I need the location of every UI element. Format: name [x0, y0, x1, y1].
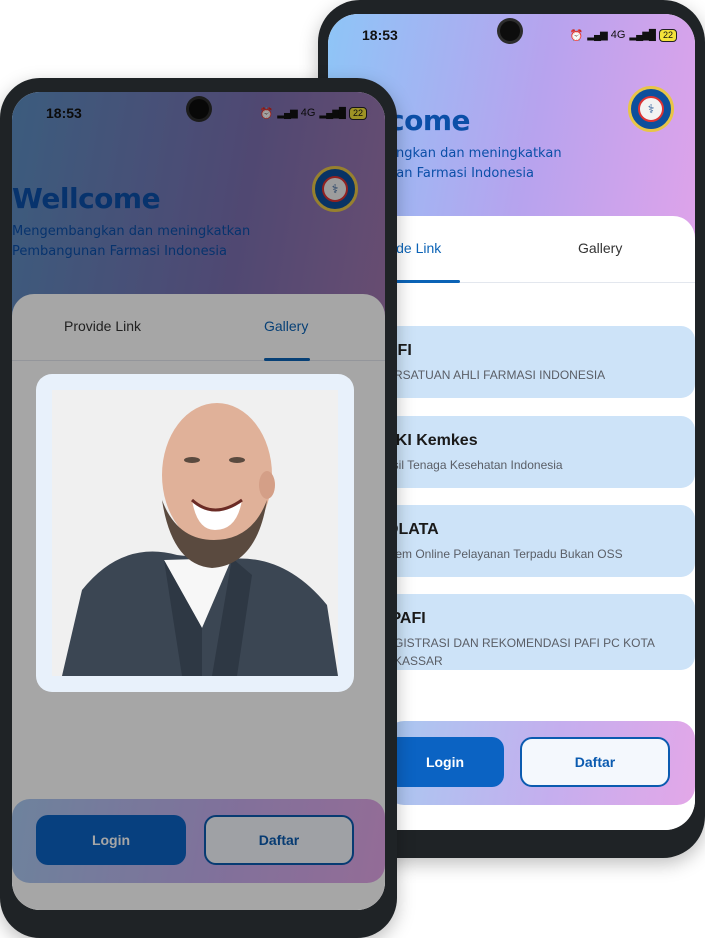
- list-item[interactable]: TKI Kemkes nsil Tenaga Kesehatan Indones…: [386, 416, 695, 488]
- login-button[interactable]: Login: [386, 737, 504, 787]
- phone-front: 18:53 ⏰ ▂▄▆ 4G ▂▄▆█ 22 Wellcome Mengemba…: [0, 78, 397, 938]
- gallery-photo[interactable]: [52, 390, 338, 676]
- list-item[interactable]: AFI ERSATUAN AHLI FARMASI INDONESIA: [386, 326, 695, 398]
- gallery-popup: [36, 374, 354, 692]
- pafi-logo: ⚕: [628, 86, 674, 132]
- clock: 18:53: [362, 27, 398, 43]
- network-label: 4G: [610, 29, 626, 41]
- bottom-action-bar: Login Daftar: [386, 721, 695, 805]
- tagline: angkan dan meningkatkan nan Farmasi Indo…: [388, 146, 562, 181]
- list-item[interactable]: IPAFI EGISTRASI DAN REKOMENDASI PAFI PC …: [386, 594, 695, 670]
- status-icons: ⏰ ▂▄▆ 4G ▂▄▆█ 22: [569, 28, 677, 42]
- tab-indicator: [386, 280, 460, 283]
- battery-icon: 22: [658, 28, 677, 42]
- photo-image: [52, 390, 338, 676]
- list-item[interactable]: OLATA stem Online Pelayanan Terpadu Buka…: [386, 505, 695, 577]
- tab-gallery[interactable]: Gallery: [578, 240, 622, 256]
- front-camera: [500, 21, 520, 41]
- signal-strength-icon: ▂▄▆█: [629, 29, 656, 41]
- alarm-icon: ⏰: [569, 29, 584, 42]
- welcome-title: come: [388, 104, 471, 137]
- signal-icon: ▂▄▆: [587, 29, 607, 41]
- screen-front: 18:53 ⏰ ▂▄▆ 4G ▂▄▆█ 22 Wellcome Mengemba…: [12, 92, 385, 910]
- daftar-button[interactable]: Daftar: [520, 737, 670, 787]
- caduceus-icon: ⚕: [638, 96, 664, 122]
